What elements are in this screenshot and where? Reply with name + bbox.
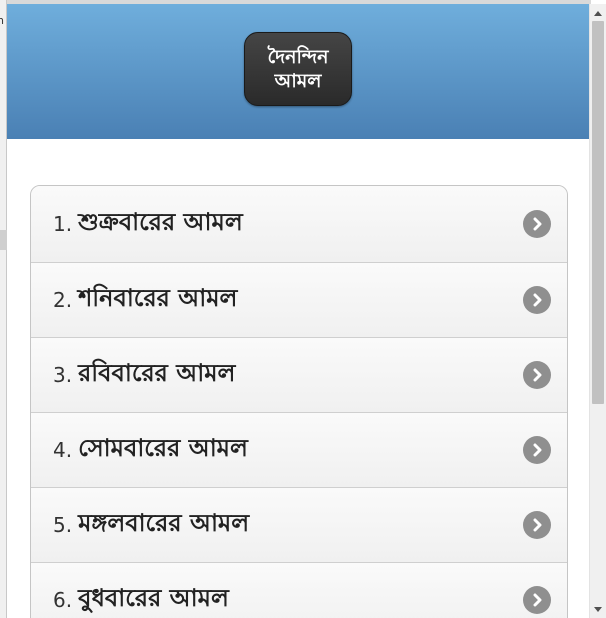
header-title-button[interactable]: দৈনন্দিন আমল — [244, 32, 352, 106]
list-item-number: 5. — [53, 513, 73, 537]
list-item-label: মঙ্গলবারের আমল — [78, 509, 250, 537]
list-item-number: 6. — [53, 588, 73, 612]
app-header: দৈনন্দিন আমল — [7, 4, 589, 139]
day-list: 1. শুক্রবারের আমল 2. শনিবারের আমল 3. রবি… — [30, 185, 568, 618]
chevron-right-icon — [523, 511, 551, 539]
chevron-right-icon — [523, 586, 551, 614]
list-item-wednesday[interactable]: 6. বুধবারের আমল — [31, 562, 567, 618]
list-item-monday[interactable]: 4. সোমবারের আমল — [31, 412, 567, 487]
edge-bar — [0, 230, 7, 250]
main-content: 1. শুক্রবারের আমল 2. শনিবারের আমল 3. রবি… — [7, 139, 589, 618]
list-item-number: 2. — [53, 288, 73, 312]
header-title-line1: দৈনন্দিন — [267, 46, 329, 68]
list-item-number: 3. — [53, 363, 73, 387]
edge-text: n — [0, 14, 4, 27]
list-item-label: শুক্রবারের আমল — [78, 208, 243, 236]
header-title-line2: আমল — [274, 70, 322, 92]
list-item-label: শনিবারের আমল — [78, 284, 238, 312]
list-item-label: বুধবারের আমল — [78, 584, 229, 612]
scrollbar-thumb[interactable] — [592, 21, 604, 404]
scroll-down-arrow-icon[interactable] — [590, 601, 606, 618]
list-item-label: সোমবারের আমল — [78, 434, 248, 462]
scroll-up-arrow-icon[interactable] — [590, 4, 606, 21]
chevron-right-icon — [523, 286, 551, 314]
list-item-friday[interactable]: 1. শুক্রবারের আমল — [31, 186, 567, 262]
vertical-scrollbar[interactable] — [589, 4, 606, 618]
chevron-right-icon — [523, 436, 551, 464]
list-item-number: 1. — [53, 212, 73, 236]
list-item-sunday[interactable]: 3. রবিবারের আমল — [31, 337, 567, 412]
list-item-tuesday[interactable]: 5. মঙ্গলবারের আমল — [31, 487, 567, 562]
adjacent-window-edge: n — [0, 0, 7, 618]
chevron-right-icon — [523, 361, 551, 389]
list-item-label: রবিবারের আমল — [78, 359, 236, 387]
list-item-saturday[interactable]: 2. শনিবারের আমল — [31, 262, 567, 337]
list-item-number: 4. — [53, 438, 73, 462]
chevron-right-icon — [523, 210, 551, 238]
